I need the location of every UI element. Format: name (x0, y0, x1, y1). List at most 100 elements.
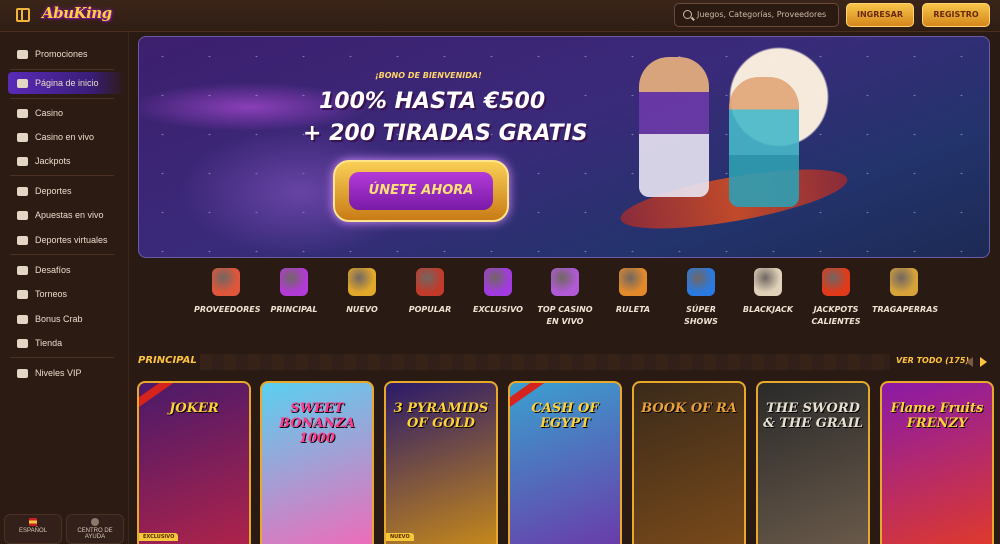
join-now-label: ÚNETE AHORA (349, 172, 493, 210)
category-label: PRINCIPAL (270, 305, 318, 314)
top-header: AbuKing Juegos, Categorías, Proveedores … (0, 0, 1000, 32)
sidebar-item-label: Casino (35, 108, 64, 118)
virtual-sports-icon (17, 235, 28, 245)
jasmine-illustration (729, 77, 799, 207)
category-label: SÚPER SHOWS (684, 305, 718, 326)
register-button[interactable]: REGISTRO (922, 3, 990, 27)
category-label: NUEVO (346, 305, 378, 314)
game-title: Flame Fruits FRENZY (890, 401, 984, 431)
view-all-link[interactable]: VER TODO (175) (896, 356, 969, 365)
sidebar-item-casino[interactable]: Casino (8, 102, 126, 124)
category-label: BLACKJACK (742, 305, 794, 314)
game-title: THE SWORD & THE GRAIL (763, 401, 863, 431)
game-tile[interactable]: CASH OF EGYPT (508, 381, 622, 544)
game-tile[interactable]: SWEET BONANZA 1000 (260, 381, 374, 544)
sidebar-item-tienda[interactable]: Tienda (8, 332, 126, 354)
game-tile[interactable]: Flame Fruits FRENZY (880, 381, 994, 544)
trophy-icon (17, 289, 28, 299)
category-label: POPULAR (408, 305, 452, 314)
game-tile[interactable]: THE SWORD & THE GRAIL (756, 381, 870, 544)
game-title: CASH OF EGYPT (531, 401, 599, 431)
divider (10, 175, 114, 176)
sidebar-item-label: Deportes (35, 186, 72, 196)
game-title: SWEET BONANZA 1000 (279, 401, 355, 446)
carousel-next-icon[interactable] (980, 357, 987, 367)
divider (10, 254, 114, 255)
category-label: TRAGAPERRAS (872, 305, 939, 314)
chili-icon (822, 268, 850, 296)
sidebar-item-promociones[interactable]: Promociones (8, 43, 126, 65)
sidebar-item-inicio[interactable]: Página de inicio (8, 72, 126, 94)
star-icon (280, 268, 308, 296)
search-placeholder: Juegos, Categorías, Proveedores (697, 10, 827, 19)
sidebar-item-desafios[interactable]: Desafíos (8, 259, 126, 281)
category-3[interactable]: NUEVO (330, 268, 394, 316)
sidebar-item-label: Desafíos (35, 265, 71, 275)
category-label: EXCLUSIVO (473, 305, 523, 314)
language-button[interactable]: ESPAÑOL (4, 514, 62, 544)
category-7[interactable]: RULETA (601, 268, 665, 316)
game-tile[interactable]: BOOK OF RA (632, 381, 746, 544)
sidebar-item-casino-en-vivo[interactable]: Casino en vivo (8, 126, 126, 148)
category-9[interactable]: BLACKJACK (736, 268, 800, 316)
sidebar-item-jackpots[interactable]: Jackpots (8, 150, 126, 172)
login-button[interactable]: INGRESAR (846, 3, 914, 27)
game-title: BOOK OF RA (641, 401, 737, 416)
language-label: ESPAÑOL (19, 528, 47, 534)
sidebar-item-torneos[interactable]: Torneos (8, 283, 126, 305)
cards-icon (754, 268, 782, 296)
category-label: PROVEEDORES (194, 305, 261, 314)
category-label: TOP CASINO EN VIVO (537, 305, 593, 326)
sidebar-item-bonus-crab[interactable]: Bonus Crab (8, 308, 126, 330)
game-tile[interactable]: JOKER EXCLUSIVO (137, 381, 251, 544)
clover-icon (17, 156, 28, 166)
divider (10, 98, 114, 99)
category-8[interactable]: SÚPER SHOWS (669, 268, 733, 328)
category-label: JACKPOTS CALIENTES (811, 305, 861, 326)
help-center-button[interactable]: CENTRO DE AYUDA (66, 514, 124, 544)
section-title: PRINCIPAL (138, 355, 197, 366)
sidebar-item-deportes-virtuales[interactable]: Deportes virtuales (8, 229, 126, 251)
live-dealer-icon (17, 132, 28, 142)
game-tile[interactable]: 3 PYRAMIDS OF GOLD NUEVO (384, 381, 498, 544)
carpet-icon (416, 268, 444, 296)
chips-icon (551, 268, 579, 296)
diamond-icon (17, 368, 28, 378)
roulette-icon (619, 268, 647, 296)
category-6[interactable]: TOP CASINO EN VIVO (533, 268, 597, 328)
home-icon (17, 78, 28, 88)
category-label: RULETA (615, 305, 651, 314)
category-2[interactable]: PRINCIPAL (262, 268, 326, 316)
spain-flag-icon (29, 518, 37, 526)
slot-icon (890, 268, 918, 296)
section-header-band (200, 354, 890, 370)
category-11[interactable]: TRAGAPERRAS (872, 268, 939, 316)
sidebar-item-label: Bonus Crab (35, 314, 83, 324)
menu-toggle-icon[interactable] (16, 8, 30, 22)
category-5[interactable]: EXCLUSIVO (466, 268, 530, 316)
category-10[interactable]: JACKPOTS CALIENTES (804, 268, 868, 328)
category-4[interactable]: POPULAR (398, 268, 462, 316)
game-tag-badge: NUEVO (386, 533, 414, 541)
sidebar-item-deportes[interactable]: Deportes (8, 180, 126, 202)
sidebar-item-label: Página de inicio (35, 78, 99, 88)
scroll-icon (212, 268, 240, 296)
logo[interactable]: AbuKing (42, 4, 112, 22)
sidebar-item-label: Apuestas en vivo (35, 210, 104, 220)
category-1[interactable]: PROVEEDORES (194, 268, 261, 316)
welcome-banner[interactable]: ¡BONO DE BIENVENIDA! 100% HASTA €500 + 2… (138, 36, 990, 258)
game-tag-badge: EXCLUSIVO (139, 533, 179, 541)
gem-icon (484, 268, 512, 296)
banner-kicker: ¡BONO DE BIENVENIDA! (375, 71, 482, 80)
help-label-line2: AYUDA (84, 534, 106, 540)
sidebar-item-label: Casino en vivo (35, 132, 95, 142)
wheel-icon (687, 268, 715, 296)
sidebar-item-niveles-vip[interactable]: Niveles VIP (8, 362, 126, 384)
search-input[interactable]: Juegos, Categorías, Proveedores (674, 3, 839, 27)
crab-icon (17, 314, 28, 324)
carousel-prev-icon[interactable] (966, 357, 973, 367)
join-now-button[interactable]: ÚNETE AHORA (333, 160, 509, 222)
live-bet-icon (17, 210, 28, 220)
sidebar: Promociones Página de inicio Casino Casi… (0, 32, 129, 544)
sidebar-item-apuestas-en-vivo[interactable]: Apuestas en vivo (8, 204, 126, 226)
